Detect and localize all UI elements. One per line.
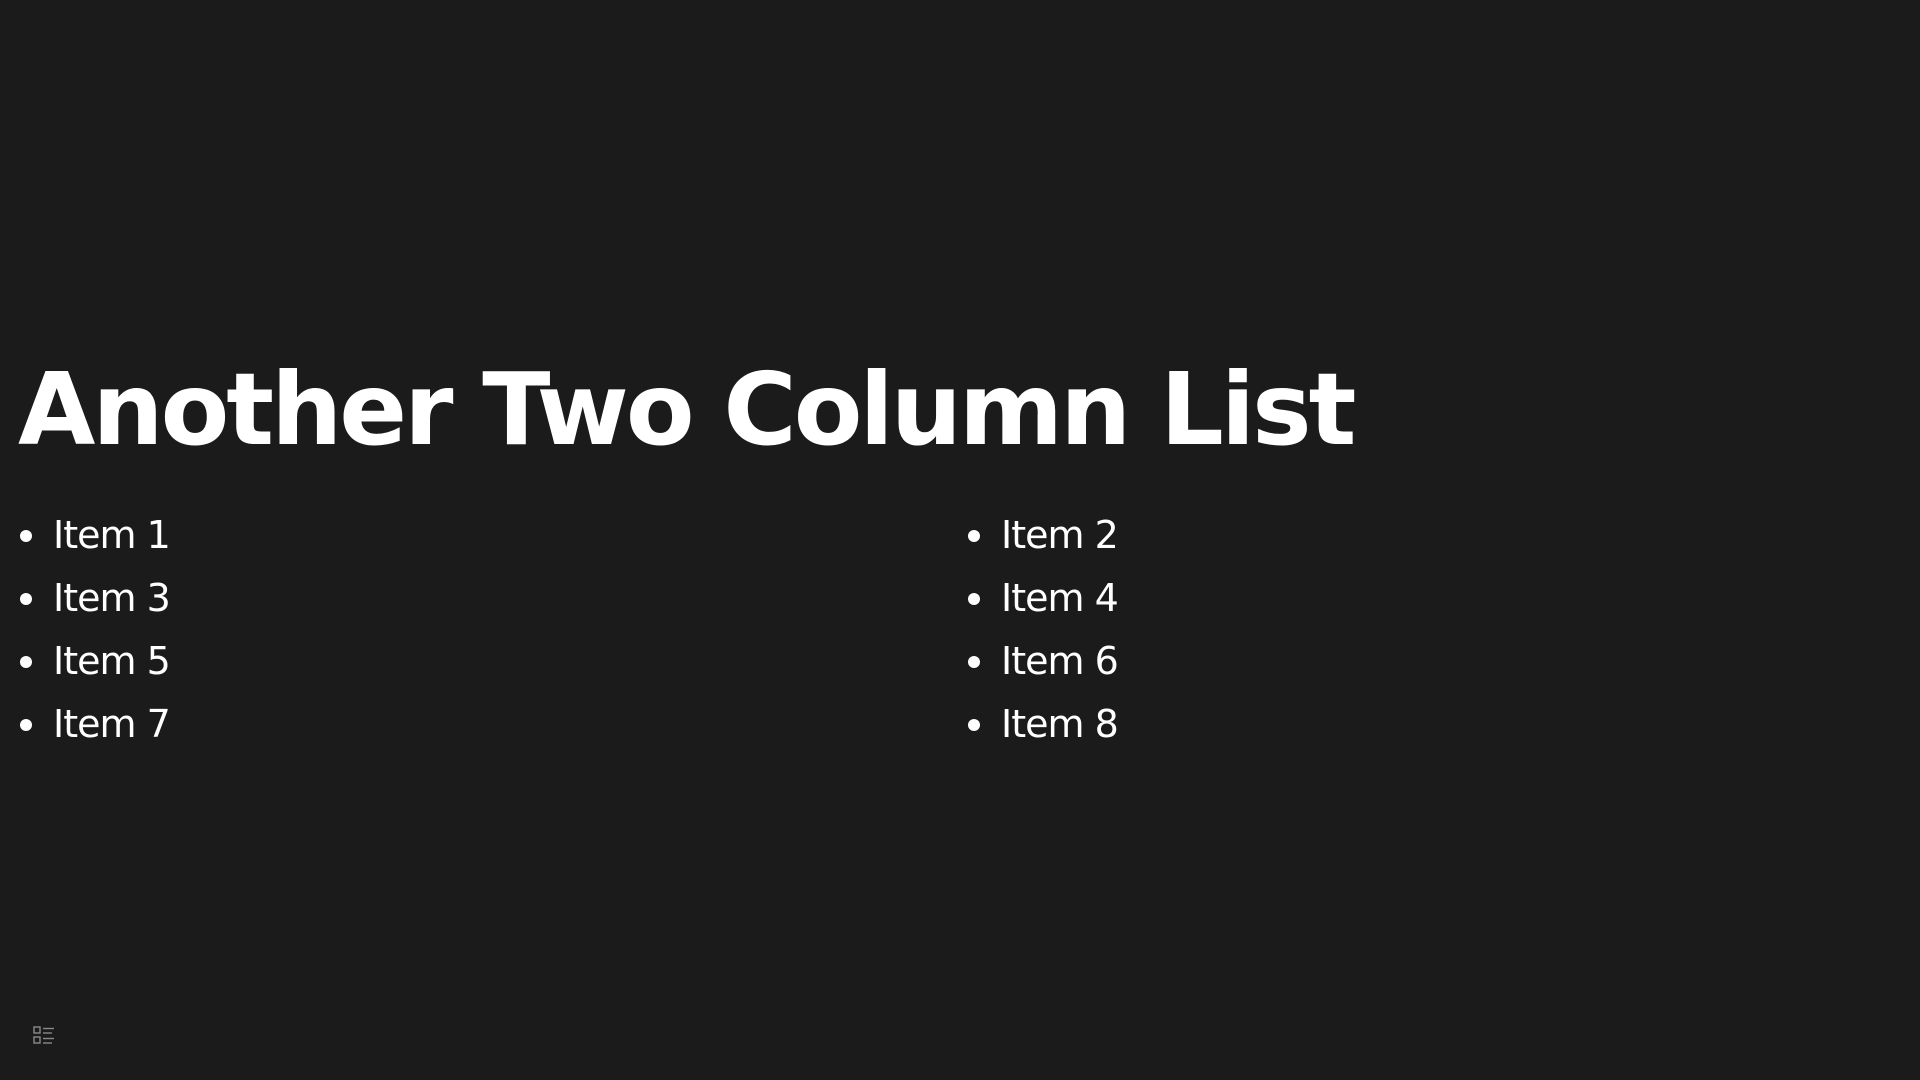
slide-menu-button[interactable]: [28, 1024, 60, 1048]
list-item-label: Item 4: [1001, 576, 1119, 620]
list-item: Item 8: [966, 693, 1119, 756]
bullet-icon: [968, 656, 980, 668]
list-item-label: Item 8: [1001, 702, 1119, 746]
list-item: Item 7: [18, 693, 171, 756]
bullet-icon: [968, 719, 980, 731]
bullet-icon: [20, 593, 32, 605]
list-item: Item 6: [966, 630, 1119, 693]
list-item-label: Item 7: [53, 702, 171, 746]
list-item: Item 2: [966, 504, 1119, 567]
list-item-label: Item 5: [53, 639, 171, 683]
two-column-list: Item 1 Item 3 Item 5 Item 7 Item 2 Item …: [0, 504, 1920, 764]
list-item: Item 5: [18, 630, 171, 693]
bullet-icon: [968, 530, 980, 542]
right-column-list: Item 2 Item 4 Item 6 Item 8: [966, 504, 1119, 756]
bullet-icon: [968, 593, 980, 605]
list-item-label: Item 1: [53, 513, 171, 557]
list-item: Item 3: [18, 567, 171, 630]
bullet-icon: [20, 656, 32, 668]
bullet-icon: [20, 530, 32, 542]
list-item-label: Item 6: [1001, 639, 1119, 683]
bullet-icon: [20, 719, 32, 731]
list-item: Item 1: [18, 504, 171, 567]
list-item-label: Item 3: [53, 576, 171, 620]
left-column-list: Item 1 Item 3 Item 5 Item 7: [18, 504, 171, 756]
slide-title: Another Two Column List: [18, 351, 1356, 468]
list-item-label: Item 2: [1001, 513, 1119, 557]
list-item: Item 4: [966, 567, 1119, 630]
list-menu-icon: [33, 1026, 54, 1044]
